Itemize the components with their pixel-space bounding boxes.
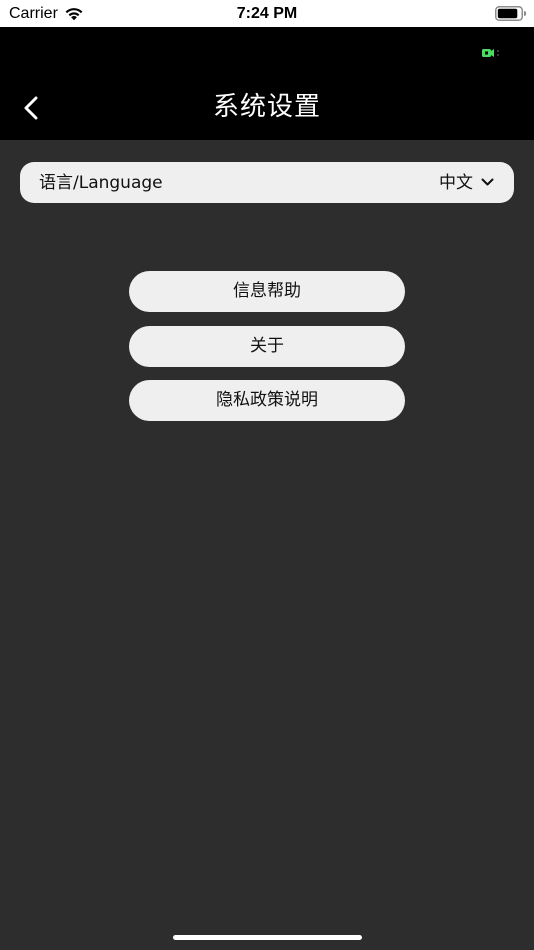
- home-indicator[interactable]: [173, 935, 362, 940]
- help-info-button[interactable]: 信息帮助: [129, 271, 405, 312]
- language-label: 语言/Language: [39, 173, 163, 193]
- status-time: 7:24 PM: [236, 5, 298, 22]
- language-selector[interactable]: 语言/Language 中文: [20, 162, 514, 203]
- chevron-down-icon: [481, 178, 494, 186]
- status-bar: Carrier 7:24 PM: [0, 0, 534, 27]
- battery-icon: [495, 6, 527, 21]
- about-button[interactable]: 关于: [129, 326, 405, 367]
- language-value: 中文: [439, 173, 473, 193]
- privacy-policy-button[interactable]: 隐私政策说明: [129, 380, 405, 421]
- page-title: 系统设置: [212, 92, 321, 122]
- battery-charging-icon: [482, 49, 499, 57]
- nav-header: 系统设置: [0, 27, 534, 140]
